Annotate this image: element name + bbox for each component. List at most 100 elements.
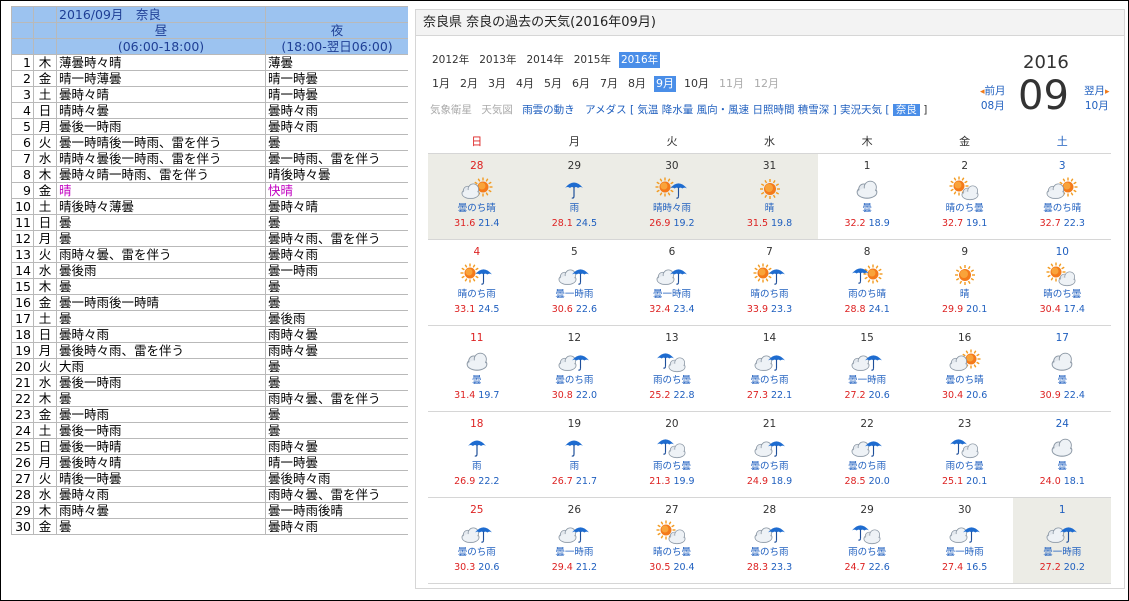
calendar-day-cell[interactable]: 13 雨のち曇 25.2 22.8 <box>623 326 721 411</box>
calendar-day-cell[interactable]: 24 曇 24.0 18.1 <box>1013 412 1111 497</box>
calendar-day-cell[interactable]: 12 曇のち雨 30.8 22.0 <box>526 326 624 411</box>
day-number-cell[interactable]: 23 <box>11 406 34 423</box>
sheet-title[interactable]: 2016/09月 奈良 <box>56 6 266 23</box>
calendar-day-cell[interactable]: 11 曇 31.4 19.7 <box>428 326 526 411</box>
day-number-cell[interactable]: 10 <box>11 198 34 215</box>
day-weather-cell[interactable]: 曇後一時雨 <box>56 374 266 391</box>
night-weather-cell[interactable]: 曇 <box>265 422 408 439</box>
night-weather-cell[interactable]: 雨時々曇 <box>265 326 408 343</box>
header-blank-cell[interactable] <box>33 22 57 39</box>
night-weather-cell[interactable]: 晴一時曇 <box>265 86 408 103</box>
weekday-cell[interactable]: 金 <box>33 70 57 87</box>
year-link[interactable]: 2014年 <box>524 52 565 68</box>
night-weather-cell[interactable]: 雨時々曇 <box>265 438 408 455</box>
next-month-link[interactable]: 翌月▸ 10月 <box>1084 84 1110 113</box>
night-weather-cell[interactable]: 曇 <box>265 358 408 375</box>
day-weather-cell[interactable]: 曇時々晴一時雨、雷を伴う <box>56 166 266 183</box>
calendar-day-cell[interactable]: 22 曇のち雨 28.5 20.0 <box>818 412 916 497</box>
weekday-cell[interactable]: 日 <box>33 438 57 455</box>
day-number-cell[interactable]: 5 <box>11 118 34 135</box>
year-link[interactable]: 2012年 <box>430 52 471 68</box>
calendar-day-cell[interactable]: 8 雨のち晴 28.8 24.1 <box>818 240 916 325</box>
day-number-cell[interactable]: 9 <box>11 182 34 199</box>
night-weather-cell[interactable]: 曇後雨 <box>265 310 408 327</box>
month-link[interactable]: 2月 <box>458 76 480 92</box>
calendar-day-cell[interactable]: 15 曇一時雨 27.2 20.6 <box>818 326 916 411</box>
header-blank-cell[interactable] <box>11 6 34 23</box>
month-link[interactable]: 11月 <box>717 76 746 92</box>
day-weather-cell[interactable]: 雨時々曇 <box>56 502 266 519</box>
day-weather-cell[interactable]: 曇後時々雨、雷を伴う <box>56 342 266 359</box>
day-weather-cell[interactable]: 曇時々雨 <box>56 486 266 503</box>
night-weather-cell[interactable]: 曇時々雨 <box>265 118 408 135</box>
day-number-cell[interactable]: 8 <box>11 166 34 183</box>
day-weather-cell[interactable]: 晴 <box>56 182 266 199</box>
day-number-cell[interactable]: 7 <box>11 150 34 167</box>
night-weather-cell[interactable]: 曇 <box>265 214 408 231</box>
night-weather-cell[interactable]: 曇時々雨 <box>265 246 408 263</box>
weekday-cell[interactable]: 日 <box>33 102 57 119</box>
calendar-day-cell[interactable]: 20 雨のち曇 21.3 19.9 <box>623 412 721 497</box>
weekday-cell[interactable]: 火 <box>33 134 57 151</box>
weekday-cell[interactable]: 日 <box>33 214 57 231</box>
day-weather-cell[interactable]: 曇一時晴後一時雨、雷を伴う <box>56 134 266 151</box>
night-weather-cell[interactable]: 曇一時雨後晴 <box>265 502 408 519</box>
day-number-cell[interactable]: 21 <box>11 374 34 391</box>
day-number-cell[interactable]: 26 <box>11 454 34 471</box>
year-link[interactable]: 2016年 <box>618 52 661 68</box>
weekday-cell[interactable]: 土 <box>33 310 57 327</box>
day-number-cell[interactable]: 15 <box>11 278 34 295</box>
header-blank-cell[interactable] <box>33 38 57 55</box>
day-number-cell[interactable]: 3 <box>11 86 34 103</box>
month-link[interactable]: 5月 <box>542 76 564 92</box>
weekday-cell[interactable]: 月 <box>33 118 57 135</box>
weekday-cell[interactable]: 金 <box>33 406 57 423</box>
day-number-cell[interactable]: 14 <box>11 262 34 279</box>
weekday-cell[interactable]: 水 <box>33 374 57 391</box>
link-weather-map[interactable]: 天気図 <box>481 104 513 116</box>
day-number-cell[interactable]: 16 <box>11 294 34 311</box>
night-time-range[interactable]: (18:00-翌日06:00) <box>265 38 408 55</box>
day-weather-cell[interactable]: 曇 <box>56 310 266 327</box>
day-weather-cell[interactable]: 晴後時々薄曇 <box>56 198 266 215</box>
day-weather-cell[interactable]: 曇後一時雨 <box>56 118 266 135</box>
month-link[interactable]: 10月 <box>682 76 711 92</box>
calendar-day-cell[interactable]: 17 曇 30.9 22.4 <box>1013 326 1111 411</box>
weekday-cell[interactable]: 日 <box>33 326 57 343</box>
day-weather-cell[interactable]: 曇時々晴 <box>56 86 266 103</box>
calendar-day-cell[interactable]: 10 晴のち曇 30.4 17.4 <box>1013 240 1111 325</box>
link-satellite[interactable]: 気象衛星 <box>430 104 472 116</box>
day-number-cell[interactable]: 11 <box>11 214 34 231</box>
calendar-day-cell[interactable]: 4 晴のち雨 33.1 24.5 <box>428 240 526 325</box>
header-blank-cell[interactable] <box>11 22 34 39</box>
weekday-cell[interactable]: 木 <box>33 166 57 183</box>
day-weather-cell[interactable]: 曇 <box>56 230 266 247</box>
weekday-cell[interactable]: 木 <box>33 278 57 295</box>
header-blank-cell[interactable] <box>33 6 57 23</box>
day-number-cell[interactable]: 27 <box>11 470 34 487</box>
calendar-day-cell[interactable]: 1 曇一時雨 27.2 20.2 <box>1013 498 1112 583</box>
day-number-cell[interactable]: 1 <box>11 54 34 71</box>
calendar-day-cell[interactable]: 6 曇一時雨 32.4 23.4 <box>623 240 721 325</box>
night-weather-cell[interactable]: 雨時々曇 <box>265 342 408 359</box>
month-link[interactable]: 9月 <box>654 76 676 92</box>
day-weather-cell[interactable]: 曇後雨 <box>56 262 266 279</box>
month-link[interactable]: 8月 <box>626 76 648 92</box>
day-weather-cell[interactable]: 曇時々雨 <box>56 326 266 343</box>
night-weather-cell[interactable]: 曇 <box>265 294 408 311</box>
weekday-cell[interactable]: 月 <box>33 230 57 247</box>
night-weather-cell[interactable]: 曇時々雨、雷を伴う <box>265 230 408 247</box>
day-weather-cell[interactable]: 曇後一時晴 <box>56 438 266 455</box>
day-number-cell[interactable]: 17 <box>11 310 34 327</box>
calendar-day-cell[interactable]: 29 雨のち曇 24.7 22.6 <box>818 498 916 583</box>
year-link[interactable]: 2013年 <box>477 52 518 68</box>
calendar-day-cell[interactable]: 5 曇一時雨 30.6 22.6 <box>526 240 624 325</box>
month-link[interactable]: 12月 <box>752 76 781 92</box>
day-weather-cell[interactable]: 曇後一時雨 <box>56 422 266 439</box>
weekday-cell[interactable]: 土 <box>33 198 57 215</box>
calendar-day-cell[interactable]: 25 曇のち雨 30.3 20.6 <box>428 498 526 583</box>
calendar-day-cell[interactable]: 28 曇のち晴 31.6 21.4 <box>428 154 526 239</box>
day-weather-cell[interactable]: 曇 <box>56 214 266 231</box>
calendar-day-cell[interactable]: 9 晴 29.9 20.1 <box>916 240 1014 325</box>
night-header[interactable]: 夜 <box>265 22 408 39</box>
